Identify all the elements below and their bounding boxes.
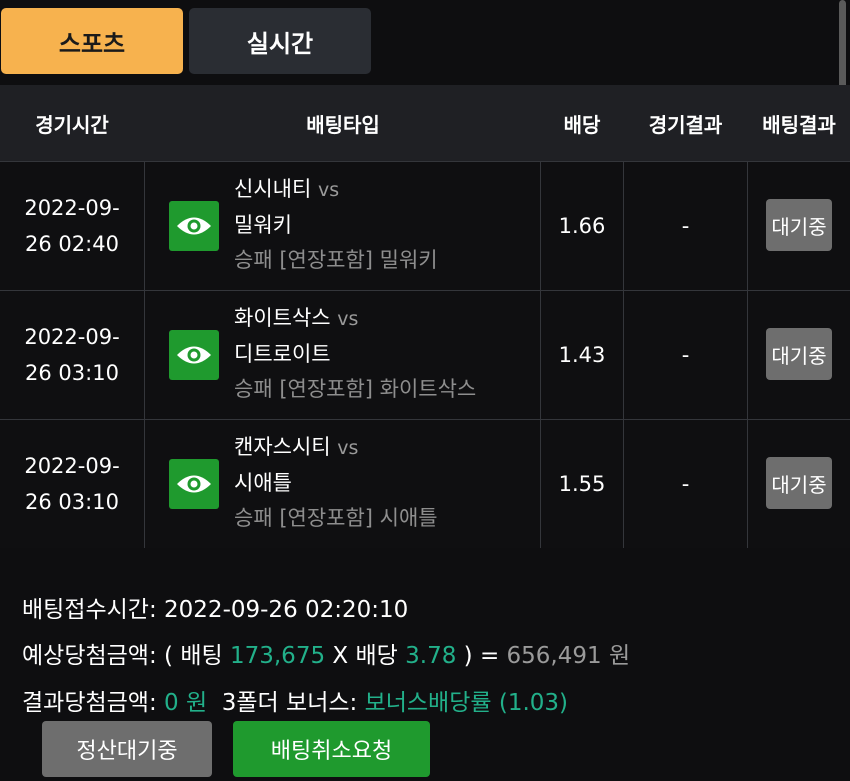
tab-sports[interactable]: 스포츠 [1, 8, 183, 74]
match-time: 2022-09- 26 03:10 [0, 291, 144, 419]
open-paren: ( [164, 643, 174, 669]
match-info: 신시내티 vs 밀워키 승패 [연장포함] 밀워키 [234, 172, 534, 278]
match-clock: 26 03:10 [25, 490, 119, 514]
bet-time-label: 배팅접수시간: [22, 597, 157, 623]
settle-pending-button[interactable]: 정산대기중 [42, 721, 212, 777]
game-result: - [681, 214, 690, 238]
vs-label: vs [317, 179, 340, 201]
eye-icon [177, 475, 211, 493]
result-label: 결과당첨금액: [22, 690, 157, 716]
bet-market: 승패 [연장포함] 밀워키 [234, 248, 438, 272]
bet-label: 배팅 [180, 643, 223, 669]
view-button[interactable] [169, 459, 219, 509]
bonus-value: 보너스배당률 (1.03) [364, 690, 569, 716]
match-time: 2022-09- 26 03:10 [0, 420, 144, 548]
away-team: 디트로이트 [234, 342, 331, 366]
header-time: 경기시간 [35, 112, 109, 137]
tab-live[interactable]: 실시간 [189, 8, 371, 74]
bet-time-line: 배팅접수시간: 2022-09-26 02:20:10 [22, 590, 408, 624]
match-clock: 26 03:10 [25, 361, 119, 385]
bet-market: 승패 [연장포함] 시애틀 [234, 506, 438, 530]
status-badge: 대기중 [766, 328, 832, 380]
table-header: 경기시간 배팅타입 배당 경기결과 배팅결과 [0, 85, 850, 161]
match-clock: 26 02:40 [25, 232, 119, 256]
match-info: 캔자스시티 vs 시애틀 승패 [연장포함] 시애틀 [234, 430, 534, 536]
home-team: 화이트삭스 [234, 306, 331, 330]
equals-sign: ) = [463, 643, 500, 669]
away-team: 밀워키 [234, 213, 292, 237]
odds-value: 1.55 [558, 472, 606, 496]
table-row: 2022-09- 26 02:40 신시내티 vs 밀워키 승패 [연장포함] … [0, 161, 850, 290]
header-game-result: 경기결과 [648, 112, 723, 137]
game-result: - [681, 472, 690, 496]
cancel-bet-button[interactable]: 배팅취소요청 [233, 721, 430, 777]
result-win-line: 결과당첨금액: 0 원 3폴더 보너스: 보너스배당률 (1.03) [22, 683, 568, 717]
match-date: 2022-09- [24, 454, 120, 478]
game-result: - [681, 343, 690, 367]
table-row: 2022-09- 26 03:10 화이트삭스 vs 디트로이트 승패 [연장포… [0, 290, 850, 419]
view-button[interactable] [169, 201, 219, 251]
expected-amount: 656,491 [506, 643, 602, 669]
home-team: 신시내티 [234, 177, 312, 201]
vs-label: vs [337, 308, 359, 330]
status-badge: 대기중 [766, 457, 832, 509]
status-badge: 대기중 [766, 199, 832, 251]
won-unit: 원 [608, 643, 631, 669]
times-sign: X [332, 643, 349, 669]
match-info: 화이트삭스 vs 디트로이트 승패 [연장포함] 화이트삭스 [234, 301, 534, 407]
home-team: 캔자스시티 [234, 435, 331, 459]
away-team: 시애틀 [234, 471, 292, 495]
odds-value: 1.43 [558, 343, 606, 367]
total-odds: 3.78 [405, 643, 457, 669]
header-bet-result: 배팅결과 [762, 112, 836, 137]
header-bet-type: 배팅타입 [306, 112, 380, 137]
eye-icon [177, 217, 211, 235]
bonus-label: 3폴더 보너스: [221, 690, 358, 716]
expected-win-line: 예상당첨금액: ( 배팅 173,675 X 배당 3.78 ) = 656,4… [22, 636, 630, 670]
odds-value: 1.66 [558, 214, 606, 238]
bet-amount: 173,675 [229, 643, 326, 669]
header-odds: 배당 [563, 112, 601, 137]
match-date: 2022-09- [24, 325, 120, 349]
result-amount: 0 원 [164, 690, 208, 716]
match-time: 2022-09- 26 02:40 [0, 162, 144, 290]
view-button[interactable] [169, 330, 219, 380]
bet-time-value: 2022-09-26 02:20:10 [164, 597, 409, 623]
tab-bar: 스포츠 실시간 [0, 0, 850, 84]
vs-label: vs [337, 437, 359, 459]
odds-label: 배당 [355, 643, 398, 669]
expected-label: 예상당첨금액: [22, 643, 157, 669]
eye-icon [177, 346, 211, 364]
table-row: 2022-09- 26 03:10 캔자스시티 vs 시애틀 승패 [연장포함]… [0, 419, 850, 548]
bet-market: 승패 [연장포함] 화이트삭스 [234, 377, 477, 401]
match-date: 2022-09- [24, 196, 120, 220]
